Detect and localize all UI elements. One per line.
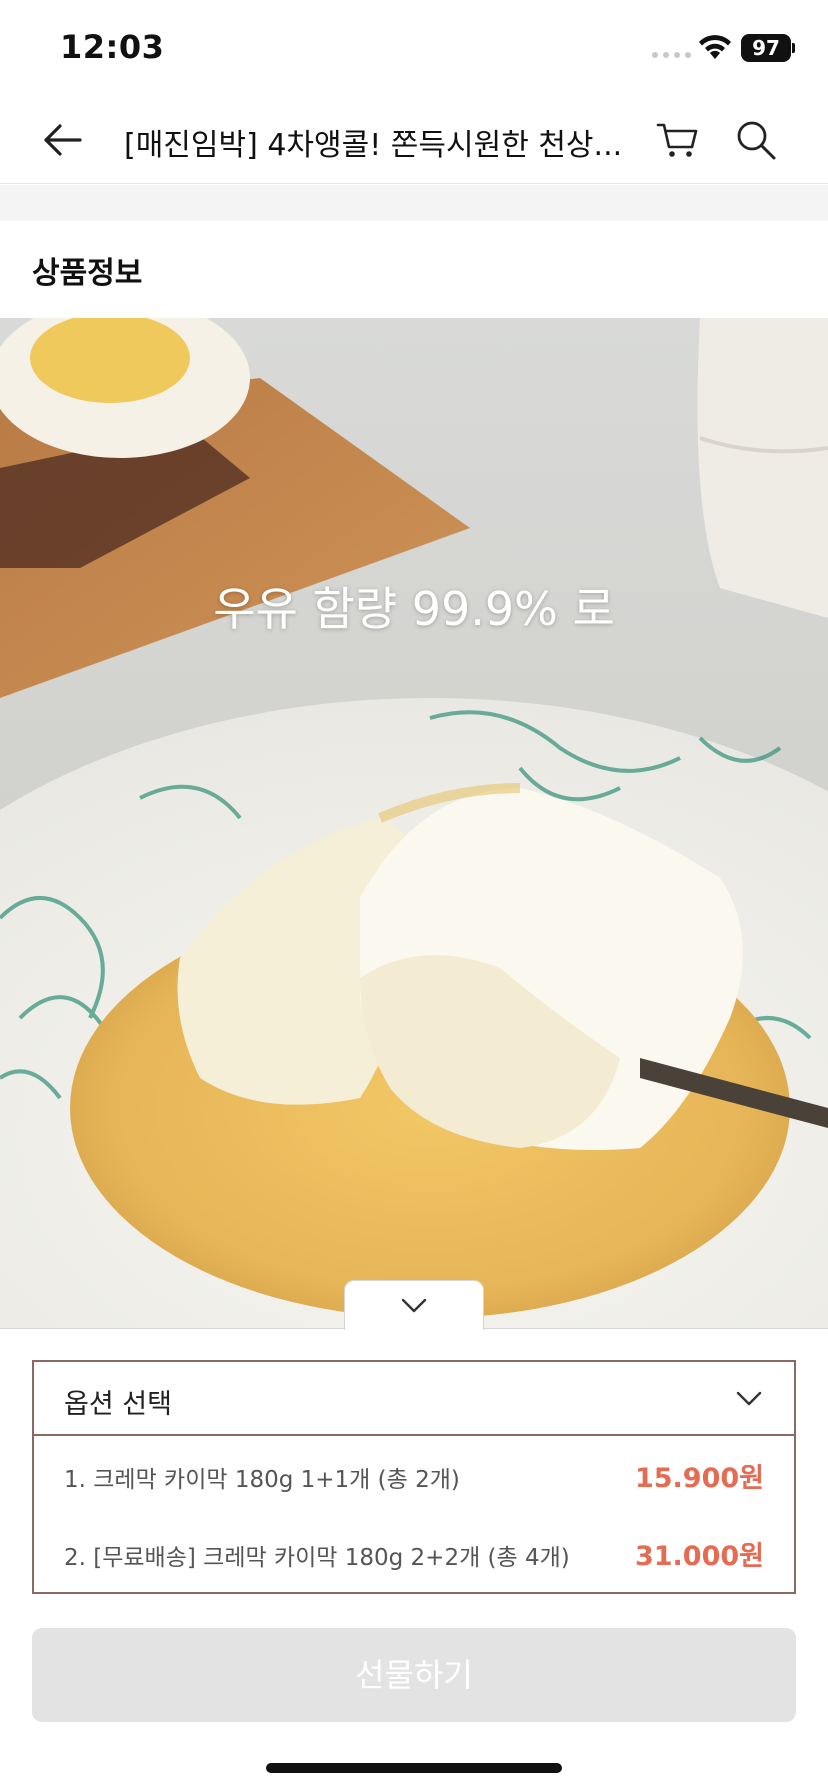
option-select-header[interactable]: 옵션 선택 xyxy=(34,1362,794,1436)
option-select-label: 옵션 선택 xyxy=(64,1389,172,1420)
chevron-down-icon xyxy=(736,1391,762,1406)
section-divider xyxy=(0,185,828,221)
cart-button[interactable] xyxy=(652,114,704,166)
chevron-down-icon xyxy=(401,1298,427,1312)
wifi-icon xyxy=(699,35,731,59)
battery-cap xyxy=(792,43,795,53)
battery-icon: 97 xyxy=(741,34,791,62)
search-icon xyxy=(737,121,776,160)
section-title: 상품정보 xyxy=(32,256,143,291)
option-item[interactable]: 1. 크레막 카이막 180g 1+1개 (총 2개) 15.900원 xyxy=(34,1438,794,1514)
status-time: 12:03 xyxy=(60,28,165,66)
search-button[interactable] xyxy=(730,114,782,166)
option-item[interactable]: 2. [무료배송] 크레막 카이막 180g 2+2개 (총 4개) 31.00… xyxy=(34,1516,794,1592)
image-caption: 우유 함량 99.9% 로 xyxy=(213,582,615,636)
home-indicator xyxy=(266,1763,562,1773)
option-price: 31.000원 xyxy=(634,1541,764,1572)
option-name: 1. 크레막 카이막 180g 1+1개 (총 2개) xyxy=(64,1467,460,1493)
arrow-left-icon xyxy=(44,124,82,156)
gift-button[interactable]: 선물하기 xyxy=(32,1628,796,1722)
status-bar: 12:03 97 xyxy=(0,0,828,96)
product-photo xyxy=(0,318,828,1328)
back-button[interactable] xyxy=(36,114,88,166)
option-name: 2. [무료배송] 크레막 카이막 180g 2+2개 (총 4개) xyxy=(64,1545,570,1571)
option-price: 15.900원 xyxy=(634,1463,764,1494)
shopping-cart-icon xyxy=(656,123,698,157)
product-detail-image: 우유 함량 99.9% 로 xyxy=(0,318,828,1328)
collapse-sheet-button[interactable] xyxy=(344,1280,484,1330)
cellular-signal-icon xyxy=(652,52,691,58)
product-title: [매진임박] 4차앵콜! 쫀득시원한 천상... xyxy=(124,128,623,163)
top-navigation-bar: [매진임박] 4차앵콜! 쫀득시원한 천상... xyxy=(0,96,828,184)
option-select-dropdown: 옵션 선택 1. 크레막 카이막 180g 1+1개 (총 2개) 15.900… xyxy=(32,1360,796,1594)
